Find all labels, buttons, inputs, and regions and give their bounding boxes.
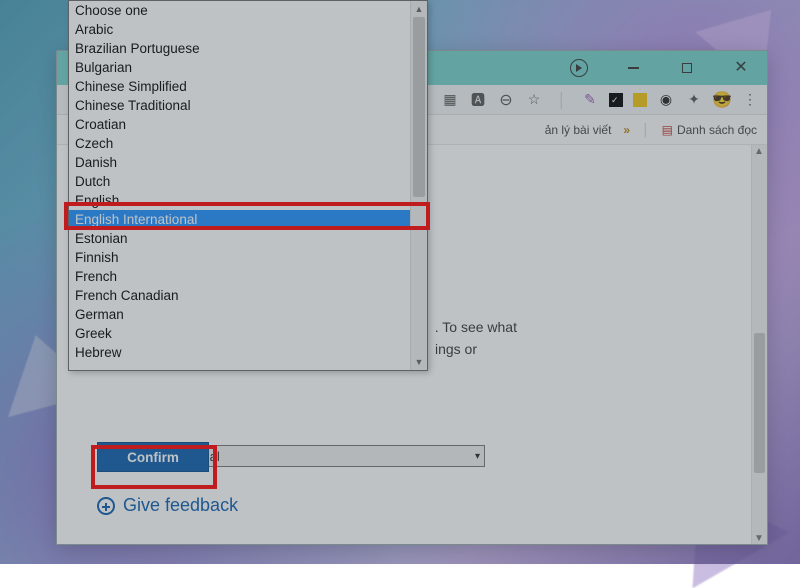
extension-pencil-icon[interactable]: ✎ (581, 91, 599, 109)
minimize-icon (628, 67, 639, 69)
dropdown-item[interactable]: Croatian (69, 115, 410, 134)
qr-icon[interactable]: ▦ (441, 91, 459, 109)
star-icon[interactable]: ☆ (525, 91, 543, 109)
dropdown-item[interactable]: Brazilian Portuguese (69, 39, 410, 58)
extension-dark-icon[interactable]: ◉ (657, 91, 675, 109)
language-dropdown[interactable]: Choose oneArabicBrazilian PortugueseBulg… (68, 0, 428, 371)
dropdown-item[interactable]: Czech (69, 134, 410, 153)
zoom-out-icon[interactable]: ⊖ (497, 91, 515, 109)
divider: │ (553, 91, 571, 109)
confirm-label: Confirm (127, 450, 179, 465)
maximize-icon (682, 63, 692, 73)
minimize-button[interactable] (617, 54, 649, 82)
give-feedback-link[interactable]: Give feedback (97, 495, 238, 516)
dropdown-item[interactable]: English International (69, 210, 410, 229)
translate-icon[interactable]: 🅰 (469, 91, 487, 109)
reading-list-icon: ▤ (662, 123, 673, 137)
dropdown-item[interactable]: Bulgarian (69, 58, 410, 77)
bookmarks-divider: │ (642, 123, 650, 137)
plus-circle-icon (97, 497, 115, 515)
chevron-down-icon: ▾ (475, 451, 480, 462)
content-scroll-thumb[interactable] (754, 333, 765, 473)
dropdown-item[interactable]: Hebrew (69, 343, 410, 362)
bookmark-manage[interactable]: ản lý bài viết (545, 123, 612, 137)
dropdown-item[interactable]: French Canadian (69, 286, 410, 305)
dropdown-item[interactable]: Choose one (69, 1, 410, 20)
extension-black-icon[interactable]: ✓ (609, 93, 623, 107)
bookmark-label: ản lý bài viết (545, 123, 612, 137)
dropdown-item[interactable]: Chinese Traditional (69, 96, 410, 115)
bookmarks-overflow[interactable]: » (623, 123, 630, 137)
confirm-wrap: Confirm (97, 442, 209, 472)
extension-yellow-icon[interactable] (633, 93, 647, 107)
close-button[interactable]: ✕ (725, 54, 757, 82)
content-scrollbar[interactable]: ▲ ▼ (751, 145, 767, 544)
media-button[interactable] (563, 54, 595, 82)
dropdown-item[interactable]: Greek (69, 324, 410, 343)
dropdown-item[interactable]: Arabic (69, 20, 410, 39)
dropdown-item[interactable]: English (69, 191, 410, 210)
dropdown-scroll-thumb[interactable] (413, 17, 425, 197)
dropdown-item[interactable]: German (69, 305, 410, 324)
play-icon (570, 59, 588, 77)
dropdown-item[interactable]: Chinese Simplified (69, 77, 410, 96)
extensions-puzzle-icon[interactable]: ✦ (685, 91, 703, 109)
scroll-up-icon[interactable]: ▲ (754, 146, 764, 156)
profile-avatar-icon[interactable]: 😎 (713, 91, 731, 109)
dropdown-item[interactable]: Estonian (69, 229, 410, 248)
reading-list-button[interactable]: ▤ Danh sách đọc (662, 123, 757, 137)
dropdown-item[interactable]: Danish (69, 153, 410, 172)
feedback-label: Give feedback (123, 495, 238, 516)
dropdown-scroll-down-icon[interactable]: ▼ (411, 354, 427, 370)
scroll-down-icon[interactable]: ▼ (754, 533, 764, 543)
menu-dots-icon[interactable]: ⋮ (741, 91, 759, 109)
dropdown-scroll-up-icon[interactable]: ▲ (411, 1, 427, 17)
dropdown-item[interactable]: Finnish (69, 248, 410, 267)
dropdown-item[interactable]: Dutch (69, 172, 410, 191)
dropdown-scrollbar[interactable]: ▲ ▼ (410, 1, 427, 370)
reading-list-label: Danh sách đọc (677, 123, 757, 137)
close-icon: ✕ (734, 60, 747, 76)
maximize-button[interactable] (671, 54, 703, 82)
dropdown-item[interactable]: French (69, 267, 410, 286)
confirm-button[interactable]: Confirm (97, 442, 209, 472)
